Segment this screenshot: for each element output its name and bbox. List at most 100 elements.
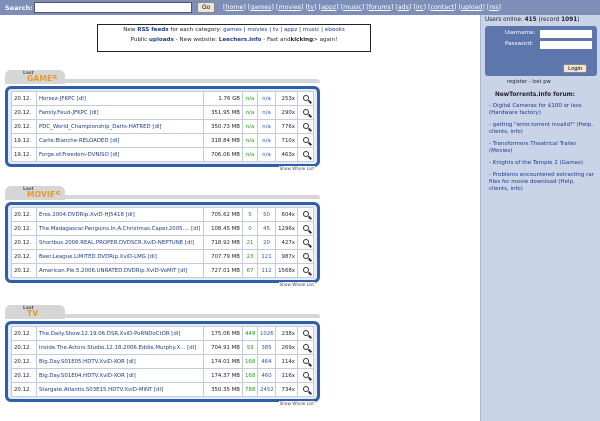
nav-link-home[interactable]: home xyxy=(225,4,243,11)
nav-link-rss[interactable]: rss xyxy=(489,4,498,11)
magnifier-icon[interactable] xyxy=(302,267,309,274)
nav-link-irc[interactable]: irc xyxy=(416,4,424,11)
row-downloads: 238x xyxy=(275,326,298,341)
row-details-cell xyxy=(297,368,314,383)
magnifier-icon[interactable] xyxy=(302,109,309,116)
login-button[interactable]: Login xyxy=(563,64,587,73)
torrent-link[interactable]: American.Pie.5.2006.UNRATED.DVDRip.XviD-… xyxy=(39,268,176,274)
magnifier-icon[interactable] xyxy=(302,330,309,337)
torrent-table: 20.12. The.Daily.Show.12.19.06.DSR.XviD-P… xyxy=(11,326,314,397)
category-link-music[interactable]: music xyxy=(303,27,320,33)
nav-link-upload[interactable]: upload xyxy=(461,4,482,11)
category-link-appz[interactable]: appz xyxy=(284,27,297,33)
torrent-link[interactable]: Family.Feud-JFKPC xyxy=(39,110,88,116)
download-link[interactable]: [dl] xyxy=(89,110,98,116)
download-link[interactable]: [dl] xyxy=(148,254,157,260)
download-link[interactable]: [dl] xyxy=(171,331,180,337)
torrent-link[interactable]: The.Madagascar.Penguins.In.A.Christmas.C… xyxy=(39,226,189,232)
show-whole-list-link[interactable]: Show Whole List xyxy=(278,282,315,287)
rss-feeds-link[interactable]: RSS feeds xyxy=(137,27,168,33)
torrent-link[interactable]: PDC_World_Championship_Darts-HATRED xyxy=(39,124,151,130)
uploads-link[interactable]: uploads xyxy=(149,37,174,43)
users-online-label: Users online: xyxy=(485,17,523,23)
nav-link-contact[interactable]: contact xyxy=(430,4,454,11)
category-link-games[interactable]: games xyxy=(223,27,242,33)
torrent-link[interactable]: Stargate.Atlantis.S03E15.HDTV.XviD-MiNT xyxy=(39,387,152,393)
download-link[interactable]: [dl] xyxy=(178,268,187,274)
leechers-info-link[interactable]: Leechers.info xyxy=(219,37,262,43)
news-line: Public uploads - New website: Leechers.i… xyxy=(98,35,370,45)
torrent-link[interactable]: Forge.of.Freedom-DVNISO xyxy=(39,152,109,158)
download-link[interactable]: [dl] xyxy=(191,226,200,232)
torrent-link[interactable]: Horsez-JFKPC xyxy=(39,96,75,102)
show-whole-list-link[interactable]: Show Whole List xyxy=(278,401,315,406)
magnifier-icon[interactable] xyxy=(302,239,309,246)
magnifier-icon[interactable] xyxy=(302,151,309,158)
forum-post-link[interactable]: - Transformers Theatrical Trailer (Movie… xyxy=(489,141,595,155)
torrent-link[interactable]: Big.Day.S01E05.HDTV.XviD-XOR xyxy=(39,359,125,365)
nav-link-music[interactable]: music xyxy=(343,4,362,11)
nav-link-tv[interactable]: tv xyxy=(308,4,314,11)
magnifier-icon[interactable] xyxy=(302,344,309,351)
magnifier-icon[interactable] xyxy=(302,137,309,144)
nav-item-wrap: [movies] xyxy=(275,4,306,11)
download-link[interactable]: [dl] xyxy=(127,359,136,365)
magnifier-icon[interactable] xyxy=(302,95,309,102)
category-link-movies[interactable]: movies xyxy=(247,27,267,33)
row-name-cell: American.Pie.5.2006.UNRATED.DVDRip.XviD-… xyxy=(36,263,204,278)
nav-item-wrap: [rss] xyxy=(486,4,501,11)
row-date: 20.12. xyxy=(11,235,37,250)
torrent-link[interactable]: Beer.League.LiMiTED.DVDRip.XviD-LMG xyxy=(39,254,146,260)
download-link[interactable]: [dl] xyxy=(152,124,161,130)
torrent-link[interactable]: Eros.2004.DVDRip.XviD-HJ5418 xyxy=(39,212,124,218)
show-whole-list-link[interactable]: Show Whole List xyxy=(278,166,315,171)
forum-post-link[interactable]: - Digital Cameras for $100 or less (Hard… xyxy=(489,103,595,117)
row-date: 20.12. xyxy=(11,263,37,278)
nav-link-movies[interactable]: movies xyxy=(278,4,301,11)
row-date: 20.12. xyxy=(11,326,37,341)
download-link[interactable]: [dl] xyxy=(185,240,194,246)
torrent-link[interactable]: Inside.The.Actors.Studio.12.18.2006.Eddi… xyxy=(39,345,185,351)
torrent-link[interactable]: Carte.Blanche-RELOADED xyxy=(39,138,109,144)
forum-post-link[interactable]: - getting "error.torrent invalid!" (Help… xyxy=(489,122,595,136)
row-date: 20.12. xyxy=(11,207,37,222)
nav-link-appz[interactable]: appz xyxy=(321,4,336,11)
username-input[interactable] xyxy=(540,30,592,38)
row-size: 175.06 MB xyxy=(203,326,243,341)
forum-title: NewTorrents.info forum: xyxy=(495,92,575,98)
download-link[interactable]: [dl] xyxy=(187,345,196,351)
torrent-link[interactable]: Shortbus.2006.REAL.PROPER.DVDSCR.XviD-NE… xyxy=(39,240,183,246)
nav-link-games[interactable]: games xyxy=(250,4,271,11)
lost-password-link[interactable]: lost pw xyxy=(532,79,551,85)
search-input[interactable] xyxy=(34,2,192,13)
download-link[interactable]: [dl] xyxy=(110,138,119,144)
nav-item-wrap: [irc] xyxy=(413,4,428,11)
row-date: 20.12. xyxy=(11,221,37,236)
forum-post-link[interactable]: - Problems encountered extracting rar fi… xyxy=(489,172,595,193)
nav-item-wrap: [upload] xyxy=(458,4,487,11)
go-button[interactable]: Go xyxy=(197,2,215,13)
magnifier-icon[interactable] xyxy=(302,211,309,218)
nav-link-ads[interactable]: ads xyxy=(398,4,409,11)
download-link[interactable]: [dl] xyxy=(77,96,86,102)
magnifier-icon[interactable] xyxy=(302,225,309,232)
download-link[interactable]: [dl] xyxy=(127,373,136,379)
row-seeders: 168 xyxy=(242,354,258,369)
register-link[interactable]: register xyxy=(507,79,527,85)
category-link-ebooks[interactable]: ebooks xyxy=(325,27,345,33)
forum-post-link[interactable]: - Knights of the Temple 2 (Games) xyxy=(489,160,595,167)
nav-link-forums[interactable]: forums xyxy=(369,4,391,11)
nav-item-wrap: [contact] xyxy=(427,4,459,11)
magnifier-icon[interactable] xyxy=(302,123,309,130)
download-link[interactable]: [dl] xyxy=(110,152,119,158)
password-input[interactable] xyxy=(540,41,592,49)
row-details-cell xyxy=(297,235,314,250)
magnifier-icon[interactable] xyxy=(302,358,309,365)
download-link[interactable]: [dl] xyxy=(154,387,163,393)
magnifier-icon[interactable] xyxy=(302,372,309,379)
torrent-link[interactable]: The.Daily.Show.12.19.06.DSR.XviD-PoRNDoC… xyxy=(39,331,170,337)
magnifier-icon[interactable] xyxy=(302,386,309,393)
download-link[interactable]: [dl] xyxy=(126,212,135,218)
magnifier-icon[interactable] xyxy=(302,253,309,260)
torrent-link[interactable]: Big.Day.S01E04.HDTV.XviD-XOR xyxy=(39,373,125,379)
